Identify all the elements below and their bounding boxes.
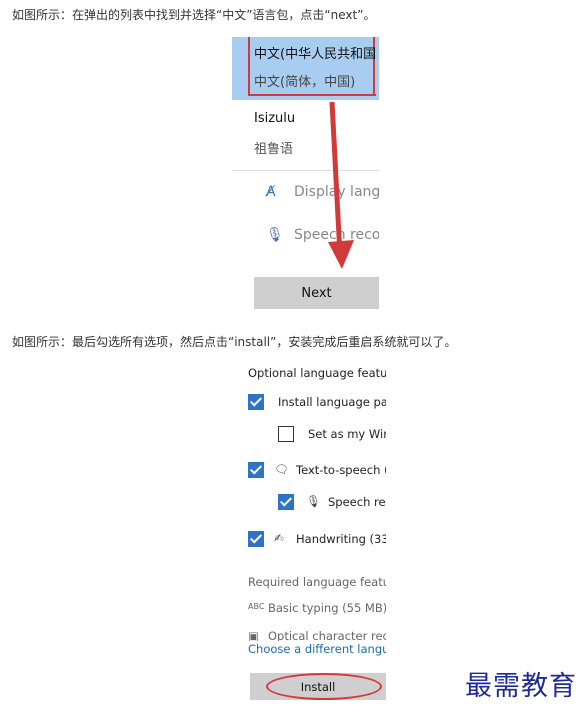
basic-typing-label: Basic typing (55 MB) (268, 601, 386, 615)
step1-caption: 如图所示：在弹出的列表中找到并选择“中文”语言包，点击“next”。 (12, 8, 376, 22)
set-as-display-language-checkbox[interactable] (278, 426, 294, 442)
install-highlight-ring (266, 673, 382, 700)
language-list-screenshot: 中文(中华人民共和国 中文(简体，中国) Isizulu 祖鲁语 A̸ Disp… (232, 37, 379, 309)
install-options-screenshot: Optional language feature Install langua… (236, 360, 386, 700)
step2-caption: 如图所示：最后勾选所有选项，然后点击“install”，安装完成后重启系统就可以… (12, 335, 457, 349)
text-to-speech-icon: 🗨 (274, 462, 289, 476)
set-as-display-language-label: Set as my Wind (308, 427, 386, 441)
optional-features-heading: Optional language feature (248, 366, 386, 380)
red-arrow-annotation (328, 101, 354, 269)
choose-different-language-link[interactable]: Choose a different languag (248, 641, 386, 656)
handwriting-label: Handwriting (33 (296, 532, 386, 546)
abc-icon: ABC (248, 602, 265, 611)
microphone-icon: 🎙 (306, 494, 321, 508)
install-language-pack-checkbox[interactable] (248, 394, 264, 410)
watermark-logo: 最需教育 (465, 671, 577, 702)
text-to-speech-checkbox[interactable] (248, 462, 264, 478)
required-features-heading: Required language feature (248, 575, 386, 589)
handwriting-icon: ✍ (274, 531, 284, 545)
handwriting-checkbox[interactable] (248, 531, 264, 547)
speech-recognition-label: Speech rec (328, 495, 386, 509)
speech-recognition-checkbox[interactable] (278, 494, 294, 510)
install-language-pack-label: Install language pack (278, 395, 386, 409)
text-to-speech-label: Text-to-speech (5 (296, 463, 386, 477)
